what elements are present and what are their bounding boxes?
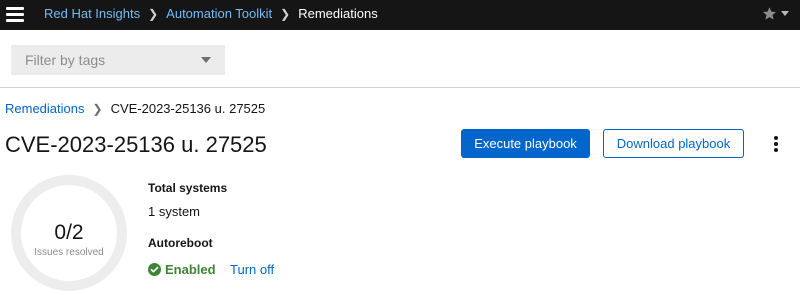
autoreboot-status: Enabled — [148, 262, 216, 277]
breadcrumb-link-remediations[interactable]: Remediations — [5, 101, 85, 116]
masthead-breadcrumb: Red Hat Insights ❯ Automation Toolkit ❯ Reme… — [44, 6, 378, 22]
filter-by-tags-dropdown[interactable]: Filter by tags — [11, 45, 225, 75]
masthead: Red Hat Insights ❯ Automation Toolkit ❯ Reme… — [0, 0, 800, 30]
filter-toolbar: Filter by tags — [0, 30, 800, 88]
kebab-icon[interactable] — [771, 135, 781, 153]
issues-resolved-count: 0/2 — [54, 221, 84, 244]
check-circle-icon — [148, 263, 161, 276]
issues-resolved-label: Issues resolved — [34, 247, 104, 258]
chevron-right-icon: ❯ — [280, 7, 291, 21]
breadcrumb-current-remediations: Remediations — [298, 6, 378, 21]
autoreboot-label: Autoreboot — [148, 236, 213, 250]
issues-resolved-donut: 0/2 Issues resolved — [11, 175, 127, 291]
execute-playbook-button[interactable]: Execute playbook — [461, 129, 590, 158]
autoreboot-status-text: Enabled — [165, 262, 216, 277]
turn-off-autoreboot-link[interactable]: Turn off — [230, 262, 274, 277]
download-playbook-button[interactable]: Download playbook — [603, 129, 744, 158]
breadcrumb-link-automation-toolkit[interactable]: Automation Toolkit — [166, 6, 272, 21]
total-systems-label: Total systems — [148, 181, 228, 195]
breadcrumb-link-red-hat-insights[interactable]: Red Hat Insights — [44, 6, 140, 21]
star-icon[interactable] — [762, 6, 777, 21]
breadcrumb: Remediations ❯ CVE-2023-25136 u. 27525 — [5, 101, 265, 117]
filter-placeholder: Filter by tags — [25, 52, 106, 68]
page-title: CVE-2023-25136 u. 27525 — [5, 132, 267, 157]
chevron-right-icon: ❯ — [148, 7, 159, 21]
total-systems-value: 1 system — [148, 204, 201, 219]
hamburger-menu-icon[interactable] — [6, 3, 24, 25]
chevron-right-icon: ❯ — [92, 102, 103, 116]
caret-down-icon — [201, 57, 211, 63]
chevron-down-icon[interactable] — [781, 11, 789, 16]
breadcrumb-current: CVE-2023-25136 u. 27525 — [110, 101, 266, 116]
